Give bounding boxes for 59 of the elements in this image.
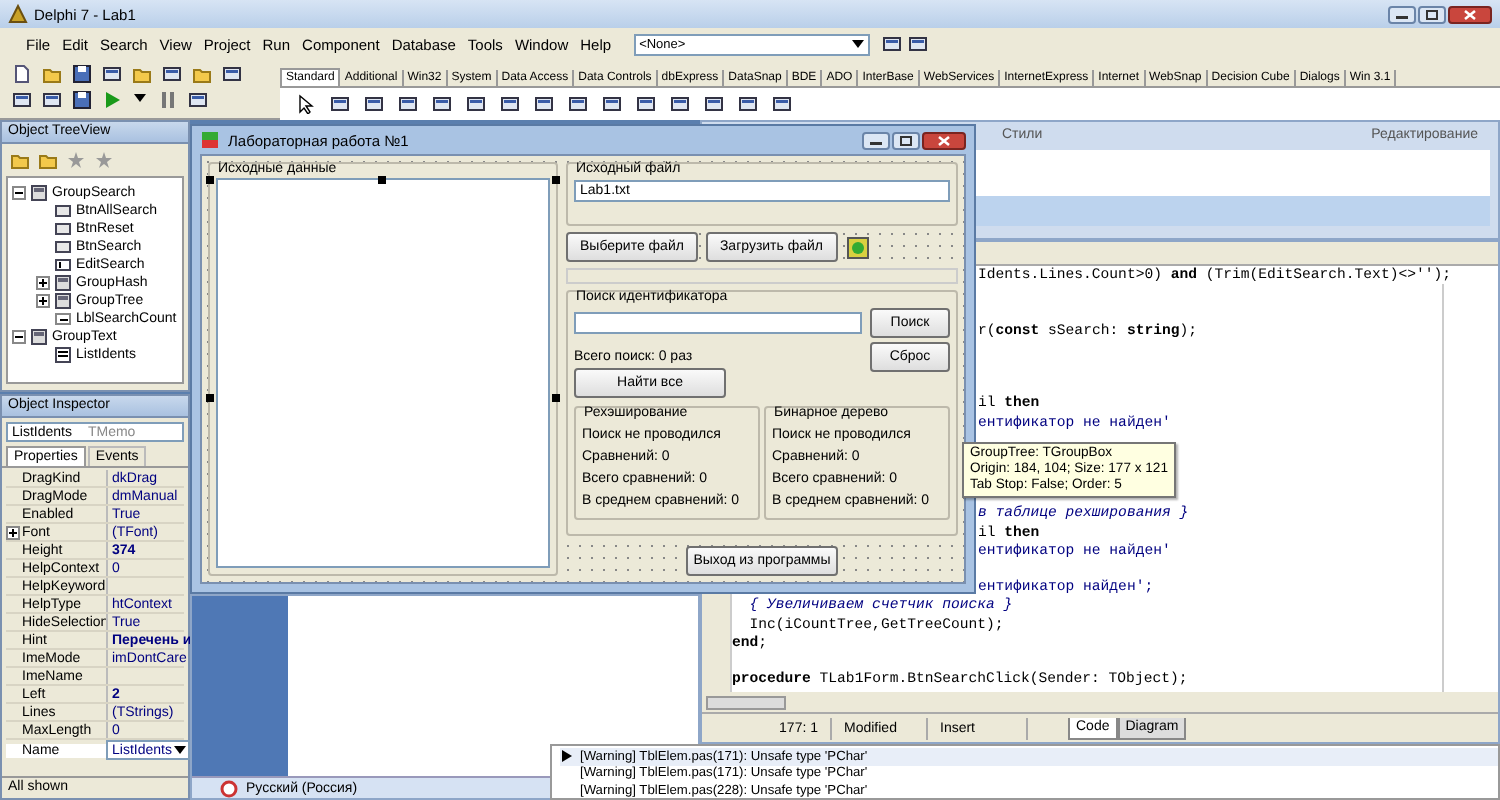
- component-icon[interactable]: [704, 94, 724, 114]
- horizontal-scrollbar[interactable]: [702, 692, 1498, 712]
- minimize-icon[interactable]: [1388, 5, 1416, 23]
- image-icon[interactable]: [845, 235, 870, 259]
- group-box-icon: [54, 292, 72, 310]
- component-icon[interactable]: [42, 90, 62, 110]
- component-icon[interactable]: [466, 94, 486, 114]
- component-icon[interactable]: [500, 94, 520, 114]
- component-icon[interactable]: [12, 90, 32, 110]
- caret-icon[interactable]: [132, 90, 148, 106]
- selection-handle[interactable]: [206, 176, 214, 184]
- star-icon[interactable]: [94, 150, 114, 170]
- expand-icon[interactable]: [6, 525, 20, 539]
- component-icon[interactable]: [330, 94, 350, 114]
- component-icon[interactable]: [364, 94, 384, 114]
- component-icon[interactable]: [738, 94, 758, 114]
- language-icon[interactable]: [220, 779, 238, 797]
- pause-icon[interactable]: [158, 90, 178, 110]
- edit-box-icon: [54, 256, 72, 274]
- label-icon: [54, 310, 72, 328]
- caret-icon[interactable]: [171, 742, 188, 758]
- memo-icon: [54, 346, 72, 364]
- component-icon[interactable]: [670, 94, 690, 114]
- maximize-icon[interactable]: [892, 131, 920, 149]
- collapse-icon[interactable]: [12, 330, 26, 344]
- selection-handle[interactable]: [552, 176, 560, 184]
- pointer-icon[interactable]: [296, 94, 316, 114]
- minimize-icon[interactable]: [862, 131, 890, 149]
- search-field[interactable]: [574, 312, 862, 334]
- component-icon[interactable]: [636, 94, 656, 114]
- component-icon[interactable]: [162, 64, 182, 84]
- document-icon[interactable]: [12, 64, 32, 84]
- group-box-icon: [30, 328, 48, 346]
- maximize-icon[interactable]: [1418, 5, 1446, 23]
- app-icon: [200, 130, 220, 150]
- current-item-icon: [560, 748, 574, 765]
- close-icon[interactable]: [1448, 5, 1492, 23]
- component-icon[interactable]: [432, 94, 452, 114]
- component-icon[interactable]: [188, 90, 208, 110]
- selection-handle[interactable]: [552, 394, 560, 402]
- caret-icon: [849, 36, 866, 52]
- close-icon[interactable]: [922, 131, 966, 149]
- component-icon[interactable]: [398, 94, 418, 114]
- logo-icon: [8, 4, 28, 24]
- form-icon[interactable]: [907, 34, 928, 54]
- selection-handle[interactable]: [378, 176, 386, 184]
- group-box-icon: [54, 274, 72, 292]
- component-icon[interactable]: [568, 94, 588, 114]
- component-icon[interactable]: [602, 94, 622, 114]
- expand-icon[interactable]: [36, 276, 50, 290]
- selection-handle[interactable]: [206, 394, 214, 402]
- component-icon[interactable]: [222, 64, 242, 84]
- component-icon[interactable]: [772, 94, 792, 114]
- group-box-icon: [30, 184, 48, 202]
- star-icon[interactable]: [66, 150, 86, 170]
- component-icon[interactable]: [102, 64, 122, 84]
- component-icon[interactable]: [534, 94, 554, 114]
- expand-icon[interactable]: [36, 294, 50, 308]
- collapse-icon[interactable]: [12, 186, 26, 200]
